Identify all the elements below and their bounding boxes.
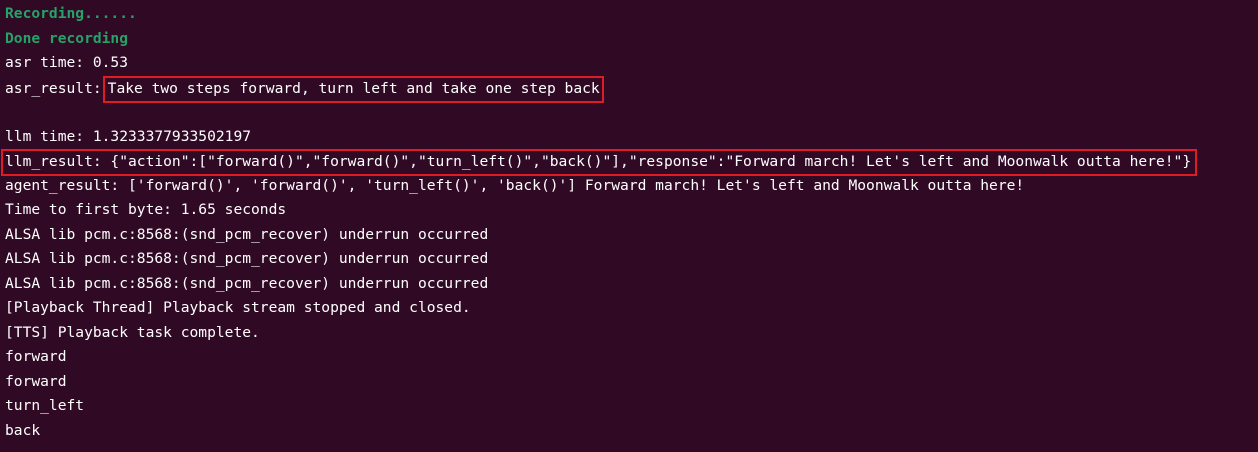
asr-time-line: asr time: 0.53 (5, 54, 129, 71)
alsa-underrun-line: ALSA lib pcm.c:8568:(snd_pcm_recover) un… (5, 274, 489, 292)
llm-result-highlighted-value: llm_result: {"action":["forward()","forw… (1, 149, 1198, 176)
asr-result-highlighted-value: Take two steps forward, turn left and ta… (102, 75, 604, 103)
done-recording-line: Done recording (5, 29, 129, 47)
agent-result-line: agent_result: ['forward()', 'forward()',… (5, 176, 1025, 194)
action-output-line: turn_left (5, 397, 85, 414)
action-output-line: forward (5, 372, 67, 390)
llm-time-line: llm time: 1.3233377933502197 (5, 127, 252, 145)
action-output-line: forward (5, 348, 67, 365)
alsa-underrun-line: ALSA lib pcm.c:8568:(snd_pcm_recover) un… (5, 225, 489, 243)
recording-status-line: Recording...... (5, 5, 137, 22)
asr-result-label: asr_result: (5, 79, 102, 97)
action-output-line: back (5, 421, 41, 439)
playback-thread-line: [Playback Thread] Playback stream stoppe… (5, 299, 471, 316)
llm-result-line: llm_result: {"action":["forward()","forw… (0, 149, 1258, 176)
asr-result-line: asr_result: Take two steps forward, turn … (0, 75, 1258, 103)
time-to-first-byte-line: Time to first byte: 1.65 seconds (5, 201, 287, 218)
alsa-underrun-line: ALSA lib pcm.c:8568:(snd_pcm_recover) un… (5, 250, 489, 267)
tts-complete-line: [TTS] Playback task complete. (5, 323, 260, 341)
terminal-output[interactable]: Recording...... Done recording asr time:… (0, 0, 1258, 452)
